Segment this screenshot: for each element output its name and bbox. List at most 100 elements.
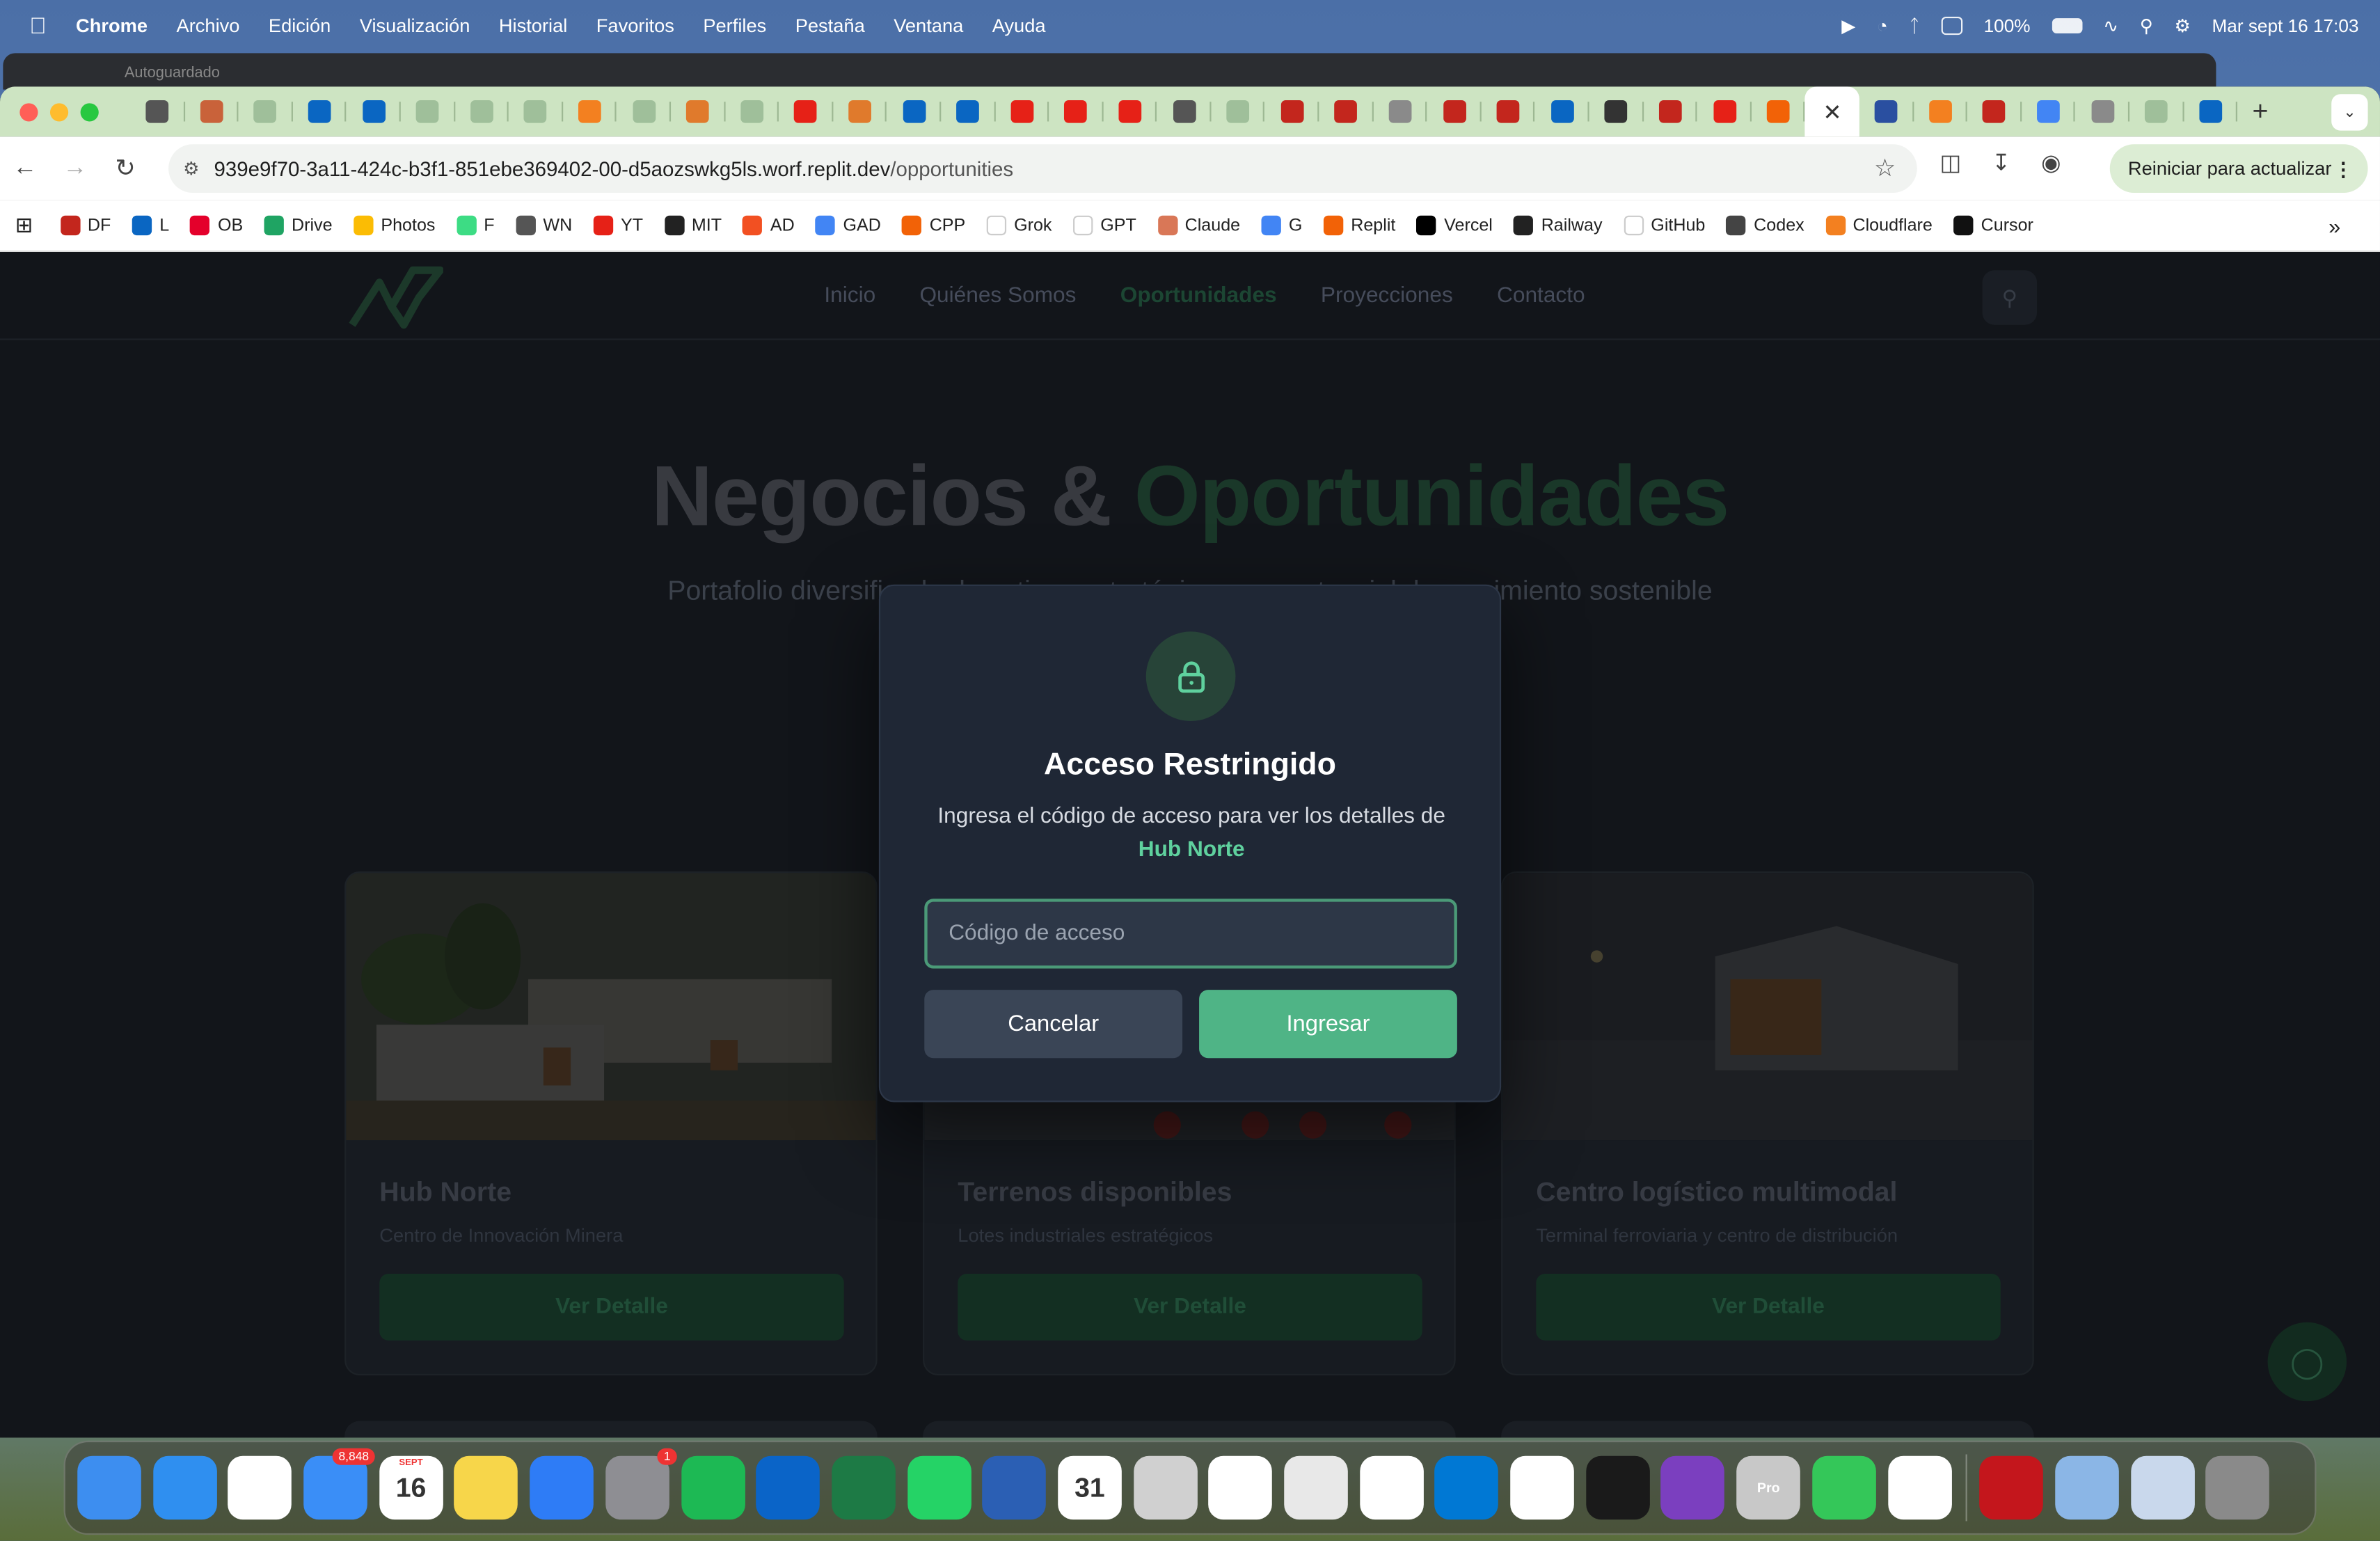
bookmark-github[interactable]: GitHub	[1624, 215, 1705, 236]
close-tab-icon[interactable]: ✕	[1821, 100, 1844, 125]
dock-parallels-icon[interactable]	[1284, 1455, 1348, 1520]
url-host[interactable]: 939e9f70-3a11-424c-b3f1-851ebe369402-00-…	[214, 157, 891, 180]
tab-active[interactable]: ✕	[1805, 86, 1859, 137]
dock-github-desktop-icon[interactable]	[1661, 1455, 1725, 1520]
tab-right-0[interactable]	[1859, 86, 1914, 136]
tab-23[interactable]	[1373, 86, 1427, 136]
reload-icon[interactable]: ↻	[100, 153, 150, 184]
tab-right-2[interactable]	[1967, 86, 2022, 136]
menu-app-name[interactable]: Chrome	[76, 15, 148, 37]
profile-avatar-icon[interactable]: ◉	[2041, 149, 2061, 176]
dock-word-icon[interactable]	[982, 1455, 1047, 1520]
tab-21[interactable]	[1265, 86, 1319, 136]
menu-favoritos[interactable]: Favoritos	[596, 15, 674, 37]
tab-17[interactable]	[1049, 86, 1103, 136]
update-button[interactable]: Reiniciar para actualizar ⋮	[2109, 144, 2368, 193]
bookmark-cloudflare[interactable]: Cloudflare	[1825, 215, 1933, 236]
tab-28[interactable]	[1643, 86, 1697, 136]
airpods-icon[interactable]: ◔	[1877, 15, 1888, 37]
bookmark-vercel[interactable]: Vercel	[1416, 215, 1493, 236]
tab-18[interactable]	[1103, 86, 1157, 136]
menu-edicion[interactable]: Edición	[269, 15, 331, 37]
bookmark-replit[interactable]: Replit	[1323, 215, 1395, 236]
tab-24[interactable]	[1427, 86, 1482, 136]
tab-29[interactable]	[1697, 86, 1752, 136]
bookmark-ob[interactable]: OB	[190, 215, 243, 236]
dock-ollama-icon[interactable]	[1208, 1455, 1273, 1520]
spotlight-icon[interactable]: ⚲	[2140, 15, 2153, 37]
bookmark-drive[interactable]: Drive	[264, 215, 333, 236]
tab-6[interactable]	[454, 86, 509, 136]
tab-9[interactable]	[617, 86, 671, 136]
bookmark-gad[interactable]: GAD	[816, 215, 881, 236]
tab-11[interactable]	[725, 86, 779, 136]
back-arrow-icon[interactable]: ←	[0, 155, 50, 182]
dock-chrome-icon[interactable]	[228, 1455, 292, 1520]
wifi-icon[interactable]: ∿	[2103, 15, 2118, 37]
dock-preview-icon[interactable]	[2054, 1455, 2119, 1520]
bookmark-ad[interactable]: AD	[743, 215, 795, 236]
tab-15[interactable]	[941, 86, 995, 136]
submit-button[interactable]: Ingresar	[1199, 990, 1457, 1059]
dock-outlook-icon[interactable]	[756, 1455, 820, 1520]
bookmark-star-icon[interactable]: ☆	[1874, 153, 1896, 184]
cancel-button[interactable]: Cancelar	[924, 990, 1183, 1059]
tab-search-dropdown-icon[interactable]: ⌄	[2331, 94, 2368, 131]
access-code-input[interactable]	[924, 899, 1457, 969]
menu-ventana[interactable]: Ventana	[894, 15, 963, 37]
tab-22[interactable]	[1319, 86, 1374, 136]
bookmark-l[interactable]: L	[132, 215, 169, 236]
extensions-icon[interactable]: ◫	[1939, 149, 1961, 176]
menu-perfiles[interactable]: Perfiles	[703, 15, 766, 37]
zoom-window-button[interactable]	[80, 102, 99, 121]
menu-pestana[interactable]: Pestaña	[795, 15, 865, 37]
minimize-window-button[interactable]	[49, 102, 69, 121]
dock-system-settings-icon[interactable]: 1	[605, 1448, 677, 1520]
download-icon[interactable]: ↧	[1992, 149, 2010, 176]
tab-right-4[interactable]	[2075, 86, 2129, 136]
tab-20[interactable]	[1211, 86, 1265, 136]
battery-icon[interactable]	[2052, 18, 2082, 33]
menu-visualizacion[interactable]: Visualización	[360, 15, 470, 37]
tab-7[interactable]	[509, 86, 563, 136]
tab-19[interactable]	[1157, 86, 1212, 136]
dock-downloads-icon[interactable]	[2130, 1455, 2194, 1520]
tab-2[interactable]	[239, 86, 293, 136]
address-bar[interactable]: ⚙ 939e9f70-3a11-424c-b3f1-851ebe369402-0…	[168, 144, 1917, 193]
tab-26[interactable]	[1535, 86, 1589, 136]
tab-0[interactable]	[131, 86, 185, 136]
bluetooth-icon[interactable]: ᛏ	[1909, 15, 1920, 37]
bookmark-claude[interactable]: Claude	[1157, 215, 1240, 236]
bookmarks-overflow-icon[interactable]: »	[2329, 213, 2340, 237]
tab-right-6[interactable]	[2184, 86, 2238, 136]
control-center-icon[interactable]: ⚙	[2174, 15, 2190, 37]
dock-pro-icon[interactable]: Pro	[1736, 1455, 1801, 1520]
dock-home-icon[interactable]	[1887, 1455, 1951, 1520]
bookmark-mit[interactable]: MIT	[664, 215, 722, 236]
dock-spotify-icon[interactable]	[681, 1455, 745, 1520]
dock-acrobat-icon[interactable]	[1979, 1455, 2044, 1520]
tab-27[interactable]	[1589, 86, 1644, 136]
tab-right-1[interactable]	[1914, 86, 1968, 136]
tab-8[interactable]	[563, 86, 617, 136]
dock-messages-icon[interactable]	[1811, 1455, 1876, 1520]
bookmark-yt[interactable]: YT	[593, 215, 643, 236]
bookmark-df[interactable]: DF	[60, 215, 111, 236]
tab-30[interactable]	[1752, 86, 1806, 136]
battery-percent[interactable]: 100%	[1984, 15, 2031, 37]
url-path[interactable]: /opportunities	[890, 157, 1013, 180]
bookmark-wn[interactable]: WN	[516, 215, 572, 236]
tab-3[interactable]	[292, 86, 347, 136]
tab-1[interactable]	[184, 86, 239, 136]
tab-10[interactable]	[671, 86, 725, 136]
dock-fantastical-icon[interactable]: 31	[1058, 1455, 1122, 1520]
play-icon[interactable]: ▶	[1841, 15, 1855, 37]
bookmark-cpp[interactable]: CPP	[902, 215, 965, 236]
dock-chatgpt-icon[interactable]	[1510, 1455, 1574, 1520]
dock-vs-code-icon[interactable]	[1434, 1455, 1499, 1520]
dock-excel-icon[interactable]	[831, 1455, 896, 1520]
tab-25[interactable]	[1481, 86, 1535, 136]
bookmark-g[interactable]: G	[1261, 215, 1302, 236]
dock-mail-icon[interactable]: 8,848	[303, 1448, 375, 1520]
dock-calendar-icon[interactable]: SEPT 16	[379, 1455, 443, 1520]
